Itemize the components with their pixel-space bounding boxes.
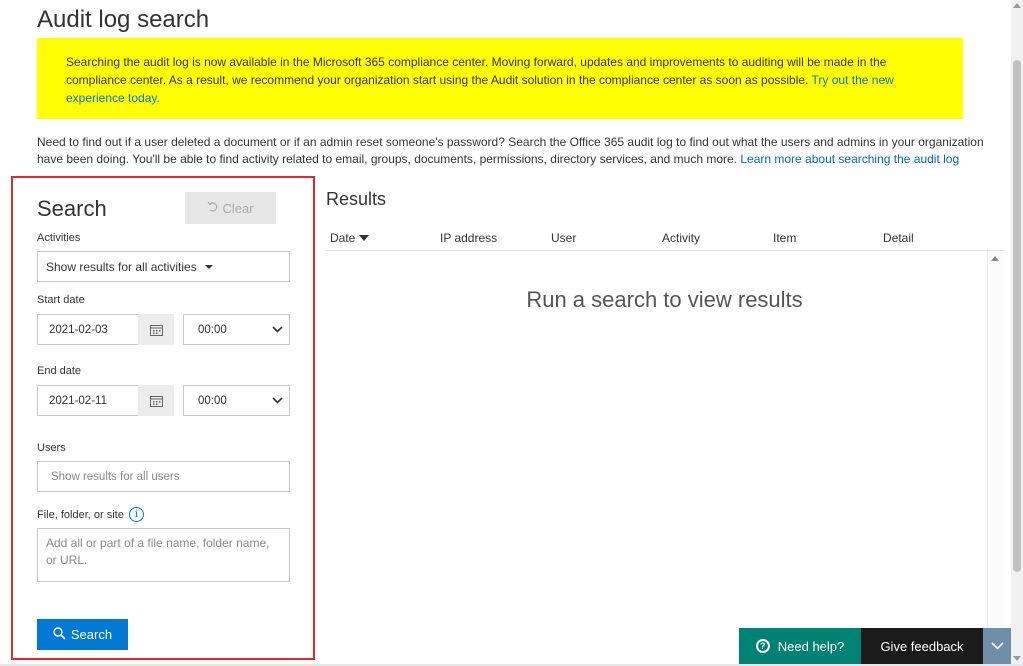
chevron-down-icon: [272, 324, 283, 336]
column-detail[interactable]: Detail: [883, 231, 914, 245]
end-date-input[interactable]: 2021-02-11: [37, 385, 139, 416]
compliance-center-banner: Searching the audit log is now available…: [37, 38, 963, 119]
scroll-up-icon[interactable]: [1013, 3, 1021, 8]
chevron-down-icon: [990, 637, 1004, 655]
start-time-select[interactable]: 00:00: [183, 314, 290, 345]
search-button-label: Search: [70, 627, 113, 642]
caret-down-icon: [204, 264, 213, 269]
page-scrollbar[interactable]: [1011, 0, 1023, 666]
search-heading: Search: [37, 196, 107, 221]
clear-button[interactable]: Clear: [185, 192, 276, 224]
results-heading: Results: [326, 189, 387, 209]
scroll-up-arrow-icon[interactable]: [991, 256, 999, 261]
results-table-header: Date IP address User Activity Item Detai…: [326, 226, 1003, 251]
start-date-label: Start date: [37, 294, 85, 306]
file-folder-site-input[interactable]: Add all or part of a file name, folder n…: [37, 528, 290, 582]
end-date-label: End date: [37, 365, 82, 377]
results-scrollbar[interactable]: [987, 251, 1003, 661]
calendar-icon[interactable]: [138, 385, 174, 416]
file-folder-site-label: File, folder, or site: [37, 509, 124, 521]
help-icon: ?: [755, 639, 770, 653]
column-user[interactable]: User: [551, 231, 576, 245]
column-date[interactable]: Date: [330, 231, 370, 245]
undo-icon: [207, 201, 219, 216]
give-feedback-button[interactable]: Give feedback: [861, 628, 983, 664]
users-label: Users: [37, 442, 66, 454]
collapse-feedback-button[interactable]: [983, 628, 1011, 664]
calendar-icon[interactable]: [138, 314, 174, 345]
start-date-input[interactable]: 2021-02-03: [37, 314, 139, 345]
clear-label: Clear: [222, 200, 254, 216]
chevron-down-icon: [272, 395, 283, 407]
activities-value: Show results for all activities: [46, 259, 197, 274]
column-activity[interactable]: Activity: [662, 231, 700, 245]
end-time-value: 00:00: [198, 394, 227, 407]
search-panel: Search Clear Activities Show results for…: [11, 176, 315, 660]
info-icon[interactable]: i: [129, 507, 144, 522]
activities-dropdown[interactable]: Show results for all activities: [37, 251, 290, 282]
need-help-label: Need help?: [777, 638, 845, 654]
banner-text: Searching the audit log is now available…: [66, 55, 887, 87]
search-button[interactable]: Search: [37, 619, 128, 650]
learn-more-link[interactable]: Learn more about searching the audit log: [740, 152, 959, 166]
intro-text: Need to find out if a user deleted a doc…: [37, 134, 997, 168]
end-time-select[interactable]: 00:00: [183, 385, 290, 416]
empty-results-message: Run a search to view results: [526, 287, 803, 312]
scrollbar-thumb[interactable]: [1013, 60, 1021, 572]
activities-label: Activities: [37, 232, 81, 244]
scroll-down-icon[interactable]: [1013, 656, 1021, 661]
search-icon: [53, 626, 66, 643]
users-input[interactable]: Show results for all users: [37, 461, 290, 492]
start-time-value: 00:00: [198, 323, 227, 336]
page-title: Audit log search: [37, 6, 210, 33]
sort-down-icon: [359, 235, 370, 241]
column-item[interactable]: Item: [773, 231, 796, 245]
results-area: Run a search to view results: [326, 251, 1003, 661]
column-ip-address[interactable]: IP address: [440, 231, 497, 245]
need-help-button[interactable]: ? Need help?: [739, 628, 861, 664]
